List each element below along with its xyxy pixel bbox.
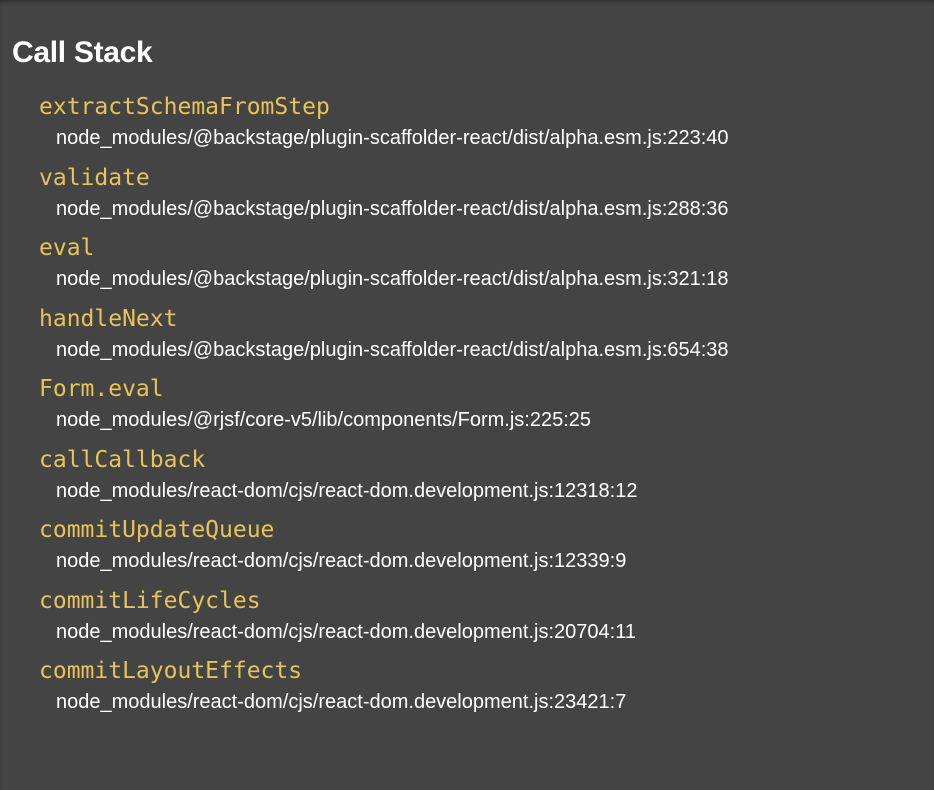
stack-frame-location[interactable]: node_modules/@backstage/plugin-scaffolde… xyxy=(56,194,934,224)
stack-frame-location[interactable]: node_modules/@rjsf/core-v5/lib/component… xyxy=(56,405,934,435)
stack-frame[interactable]: callCallback node_modules/react-dom/cjs/… xyxy=(0,441,934,512)
stack-frame[interactable]: Form.eval node_modules/@rjsf/core-v5/lib… xyxy=(0,370,934,441)
stack-frame[interactable]: eval node_modules/@backstage/plugin-scaf… xyxy=(0,229,934,300)
stack-frame-function: commitLifeCycles xyxy=(39,587,261,614)
stack-frame[interactable]: commitUpdateQueue node_modules/react-dom… xyxy=(0,511,934,582)
stack-frame-function: callCallback xyxy=(39,446,206,473)
call-stack-panel: Call Stack extractSchemaFromStep node_mo… xyxy=(0,0,934,790)
stack-frame-location[interactable]: node_modules/react-dom/cjs/react-dom.dev… xyxy=(56,476,934,506)
stack-frame-location[interactable]: node_modules/@backstage/plugin-scaffolde… xyxy=(56,123,934,153)
stack-frame-function: eval xyxy=(39,235,95,261)
stack-frame-function: commitUpdateQueue xyxy=(39,517,275,543)
stack-frame-location[interactable]: node_modules/@backstage/plugin-scaffolde… xyxy=(56,264,934,294)
stack-frame-location[interactable]: node_modules/react-dom/cjs/react-dom.dev… xyxy=(56,617,934,647)
stack-frame-list: extractSchemaFromStep node_modules/@back… xyxy=(0,88,934,723)
stack-frame-function: validate xyxy=(39,164,150,191)
stack-frame-function: extractSchemaFromStep xyxy=(39,94,330,120)
stack-frame-function: commitLayoutEffects xyxy=(39,658,303,684)
stack-frame-location[interactable]: node_modules/@backstage/plugin-scaffolde… xyxy=(56,335,934,365)
stack-frame-location[interactable]: node_modules/react-dom/cjs/react-dom.dev… xyxy=(56,546,934,576)
stack-frame[interactable]: extractSchemaFromStep node_modules/@back… xyxy=(0,88,934,159)
stack-frame[interactable]: commitLayoutEffects node_modules/react-d… xyxy=(0,652,934,723)
stack-frame[interactable]: commitLifeCycles node_modules/react-dom/… xyxy=(0,582,934,653)
stack-frame[interactable]: handleNext node_modules/@backstage/plugi… xyxy=(0,300,934,371)
stack-frame-function: Form.eval xyxy=(39,376,164,402)
call-stack-title: Call Stack xyxy=(12,36,153,69)
stack-frame-function: handleNext xyxy=(39,305,178,332)
stack-frame[interactable]: validate node_modules/@backstage/plugin-… xyxy=(0,159,934,230)
stack-frame-location[interactable]: node_modules/react-dom/cjs/react-dom.dev… xyxy=(56,687,934,717)
